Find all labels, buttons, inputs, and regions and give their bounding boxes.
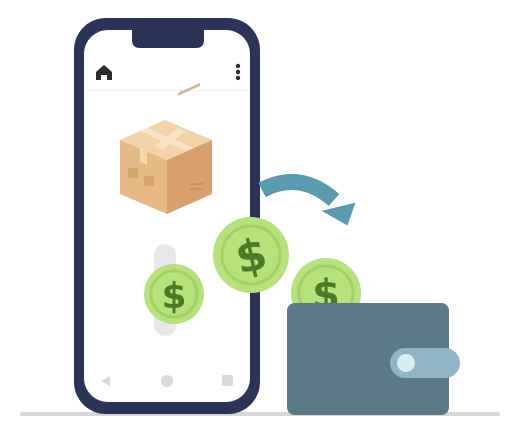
more-vertical-icon[interactable] xyxy=(235,63,241,81)
phone-notch xyxy=(132,30,204,48)
payment-illustration: $ $ $ xyxy=(0,0,512,432)
phone-screen xyxy=(84,30,250,402)
smartphone xyxy=(74,18,260,414)
recent-square-icon[interactable] xyxy=(222,375,233,386)
wallet-button xyxy=(397,354,415,372)
illustration-canvas: $ $ $ xyxy=(20,18,500,416)
coin-symbol: $ xyxy=(161,276,186,317)
wallet-front xyxy=(287,303,460,415)
home-circle-icon[interactable] xyxy=(161,375,173,387)
app-bar-divider xyxy=(86,90,248,91)
coin-center: $ xyxy=(213,217,289,293)
curved-arrow-icon xyxy=(258,174,356,226)
coin-left: $ xyxy=(144,264,204,324)
